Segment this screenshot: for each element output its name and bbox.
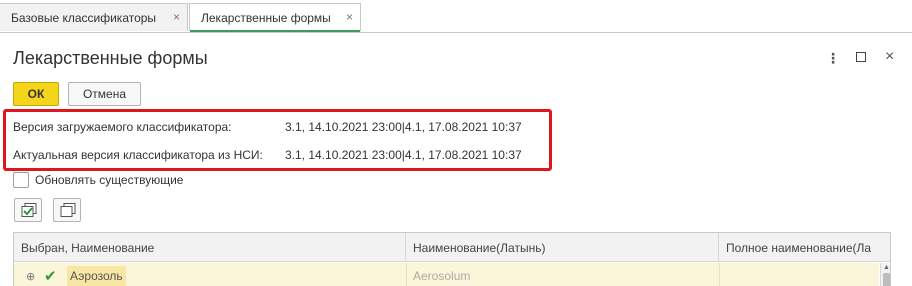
classifier-table: Выбран, Наименование Наименование(Латынь… (13, 232, 891, 286)
uncheck-all-button[interactable] (53, 198, 81, 222)
scroll-up-icon[interactable]: ▲ (883, 264, 890, 271)
check-all-icon (21, 203, 37, 217)
actual-version-value: 3.1, 14.10.2021 23:00|4.1, 17.08.2021 10… (285, 148, 522, 162)
tab-close-icon[interactable]: × (346, 10, 353, 24)
table-row[interactable]: ⊕ ✔ Аэрозоль Aerosolum (14, 263, 879, 286)
ok-button[interactable]: ОК (13, 82, 59, 106)
loaded-version-value: 3.1, 14.10.2021 23:00|4.1, 17.08.2021 10… (285, 120, 522, 134)
more-options-icon[interactable]: ⋮ (826, 50, 840, 67)
tab-close-icon[interactable]: × (173, 10, 180, 24)
tab-bar: Базовые классификаторы × Лекарственные ф… (0, 0, 912, 33)
maximize-icon[interactable] (856, 52, 866, 62)
tab-medicinal-forms[interactable]: Лекарственные формы × (189, 3, 361, 32)
check-all-button[interactable] (14, 198, 42, 222)
cell-latin-name[interactable]: Aerosolum (413, 263, 470, 286)
column-header-selected-name[interactable]: Выбран, Наименование (14, 233, 406, 262)
expand-icon[interactable]: ⊕ (26, 263, 35, 286)
update-existing-label[interactable]: Обновлять существующие (35, 173, 183, 187)
tab-label: Лекарственные формы (201, 10, 331, 25)
uncheck-all-icon (60, 203, 76, 217)
actual-version-label: Актуальная версия классификатора из НСИ: (13, 148, 263, 162)
vertical-scrollbar[interactable]: ▲ (880, 263, 890, 286)
cell-name[interactable]: Аэрозоль (67, 266, 126, 286)
close-window-icon[interactable]: × (885, 48, 894, 66)
active-tab-indicator (190, 30, 360, 32)
column-header-latin-name[interactable]: Наименование(Латынь) (406, 233, 719, 262)
cancel-button[interactable]: Отмена (68, 82, 141, 106)
table-header: Выбран, Наименование Наименование(Латынь… (14, 233, 890, 262)
column-divider (719, 263, 720, 286)
tab-base-classifiers[interactable]: Базовые классификаторы × (0, 3, 188, 31)
page-title: Лекарственные формы (13, 48, 208, 68)
scrollbar-thumb[interactable] (883, 273, 890, 286)
selected-check-icon[interactable]: ✔ (44, 263, 57, 286)
column-divider (406, 263, 407, 286)
loaded-version-label: Версия загружаемого классификатора: (13, 120, 232, 134)
tab-label: Базовые классификаторы (11, 10, 157, 25)
update-existing-checkbox[interactable] (13, 172, 29, 188)
column-header-full-name[interactable]: Полное наименование(Ла (719, 233, 881, 262)
